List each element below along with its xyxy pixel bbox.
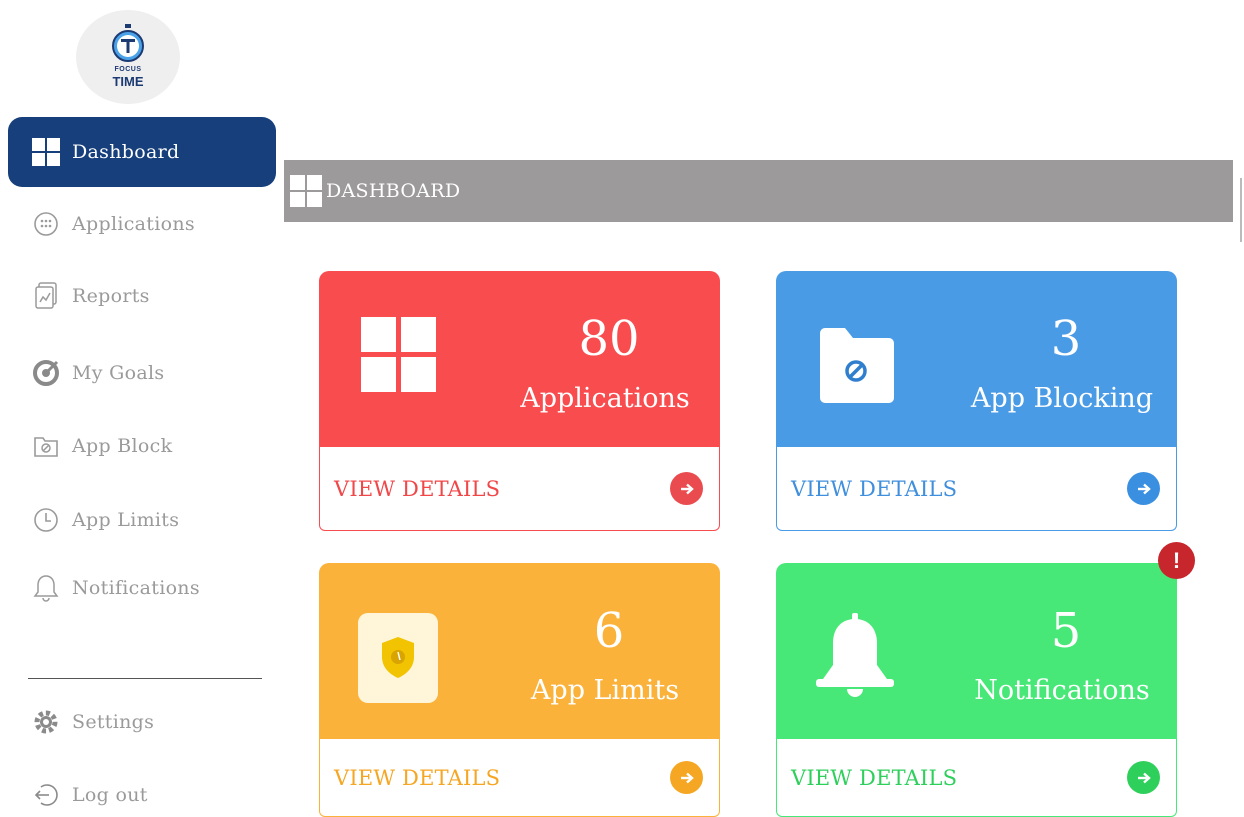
bell-icon [816, 613, 894, 697]
sidebar-item-label: Log out [72, 784, 148, 806]
sidebar-divider [28, 678, 262, 679]
card-label: App Limits [530, 675, 680, 706]
logout-icon [32, 781, 60, 809]
sidebar-item-app-limits[interactable]: App Limits [8, 485, 276, 555]
card-label: Applications [520, 383, 690, 414]
sidebar-item-label: Reports [72, 285, 150, 307]
alert-badge[interactable]: ! [1158, 542, 1195, 579]
card-count: 6 [593, 603, 625, 659]
clock-icon [32, 506, 60, 534]
sidebar-item-app-block[interactable]: App Block [8, 411, 276, 481]
block-icon [32, 432, 60, 460]
grid-icon [361, 317, 436, 392]
notifications-card: 5 Notifications VIEW DETAILS [776, 563, 1177, 817]
sidebar-item-applications[interactable]: Applications [8, 189, 276, 259]
sidebar-item-dashboard[interactable]: Dashboard [8, 117, 276, 187]
view-details-button[interactable]: VIEW DETAILS [776, 447, 1177, 531]
view-details-label: VIEW DETAILS [334, 765, 501, 790]
card-label: App Blocking [970, 383, 1154, 414]
card-header: 3 App Blocking [776, 271, 1177, 447]
sidebar-item-my-goals[interactable]: My Goals [8, 338, 276, 408]
card-count: 3 [1050, 311, 1082, 367]
view-details-label: VIEW DETAILS [334, 476, 501, 501]
arrow-right-icon [1127, 761, 1160, 794]
page-title: DASHBOARD [326, 180, 461, 202]
bell-icon [32, 574, 60, 602]
view-details-button[interactable]: VIEW DETAILS [776, 739, 1177, 817]
card-count: 5 [1050, 603, 1082, 659]
app-limits-card: 6 App Limits VIEW DETAILS [319, 563, 720, 817]
arrow-right-icon [670, 761, 703, 794]
report-icon [32, 282, 60, 310]
card-header: 6 App Limits [319, 563, 720, 739]
scrollbar[interactable] [1240, 178, 1242, 242]
logout-button[interactable]: Log out [8, 760, 276, 817]
page-header: DASHBOARD [284, 160, 1233, 222]
sidebar-item-label: My Goals [72, 362, 165, 384]
logo-text-time: TIME [112, 74, 144, 89]
shield-icon [358, 613, 438, 703]
stopwatch-icon [112, 24, 144, 62]
grid-icon [290, 175, 322, 207]
sidebar-item-label: Applications [72, 213, 195, 235]
card-label: Notifications [974, 675, 1150, 706]
apps-icon [32, 210, 60, 238]
sidebar-item-label: App Limits [72, 509, 180, 531]
view-details-label: VIEW DETAILS [791, 476, 958, 501]
arrow-right-icon [1127, 472, 1160, 505]
app-logo: FOCUS TIME [76, 10, 180, 104]
sidebar-item-label: Dashboard [72, 141, 180, 163]
arrow-right-icon [670, 472, 703, 505]
sidebar-item-label: App Block [72, 435, 173, 457]
target-icon [32, 359, 60, 387]
view-details-label: VIEW DETAILS [791, 765, 958, 790]
view-details-button[interactable]: VIEW DETAILS [319, 739, 720, 817]
sidebar-item-settings[interactable]: Settings [8, 687, 276, 757]
blocked-folder-icon [820, 328, 894, 403]
view-details-button[interactable]: VIEW DETAILS [319, 447, 720, 531]
sidebar-item-label: Settings [72, 711, 155, 733]
sidebar-item-label: Notifications [72, 577, 200, 599]
applications-card: 80 Applications VIEW DETAILS [319, 271, 720, 531]
card-count: 80 [578, 311, 640, 367]
logo-text-focus: FOCUS [114, 66, 142, 73]
card-header: 80 Applications [319, 271, 720, 447]
sidebar-item-notifications[interactable]: Notifications [8, 553, 276, 623]
gear-icon [32, 708, 60, 736]
sidebar-item-reports[interactable]: Reports [8, 261, 276, 331]
app-blocking-card: 3 App Blocking VIEW DETAILS [776, 271, 1177, 531]
card-header: 5 Notifications [776, 563, 1177, 739]
grid-icon [32, 138, 60, 166]
